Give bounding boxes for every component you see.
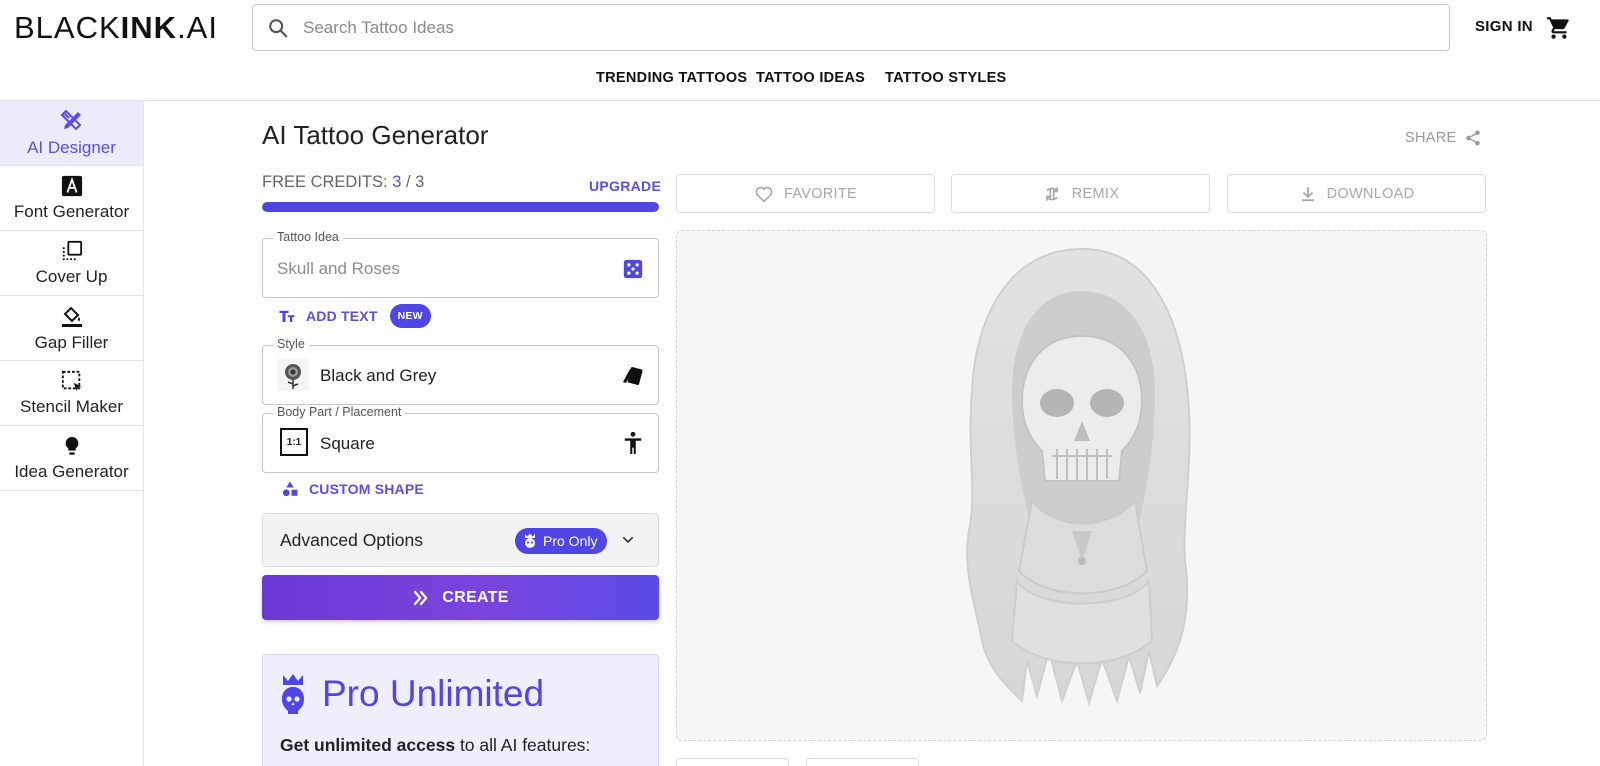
sign-in-link[interactable]: SIGN IN xyxy=(1475,18,1533,35)
pencil-ruler-icon xyxy=(60,109,81,130)
new-badge: NEW xyxy=(389,304,431,328)
thumbnail-tab-1[interactable] xyxy=(676,758,789,766)
cart-icon[interactable] xyxy=(1546,15,1572,41)
create-button[interactable]: CREATE xyxy=(262,575,659,620)
style-cards-icon xyxy=(623,367,643,385)
hooded-skull-tattoo-image xyxy=(966,247,1191,707)
page-title: AI Tattoo Generator xyxy=(262,120,489,150)
tattoo-idea-field[interactable]: Tattoo Idea Skull and Roses xyxy=(262,230,659,298)
credits-used: 3 xyxy=(392,173,402,191)
body-figure-icon xyxy=(624,431,642,454)
free-credits: FREE CREDITS: 3 / 3 xyxy=(262,173,424,192)
custom-shape-button[interactable]: CUSTOM SHAPE xyxy=(281,480,424,498)
credits-progress-bar xyxy=(262,202,659,212)
sidebar-item-label: Stencil Maker xyxy=(20,396,123,416)
pro-unlimited-description: Get unlimited access to all AI features: xyxy=(280,735,590,756)
style-value: Black and Grey xyxy=(320,366,437,385)
style-select[interactable]: Style Black and Grey xyxy=(262,337,659,405)
logo[interactable]: BLACKINK.AI xyxy=(14,10,218,46)
credits-separator: / xyxy=(401,173,416,191)
cover-up-icon xyxy=(62,240,82,260)
sidebar-item-label: Gap Filler xyxy=(34,332,109,352)
sidebar: AI Designer Font Generator Cover Up Gap … xyxy=(0,101,144,766)
text-format-icon xyxy=(279,310,295,322)
sidebar-item-label: Cover Up xyxy=(35,266,108,286)
pro-unlimited-title: Pro Unlimited xyxy=(322,673,545,714)
upgrade-link[interactable]: UPGRADE xyxy=(589,178,661,194)
remix-button[interactable]: REMIX xyxy=(951,174,1210,213)
shapes-icon xyxy=(282,481,298,497)
search-bar[interactable] xyxy=(252,4,1450,51)
credits-progress-fill xyxy=(262,202,659,212)
search-icon xyxy=(269,18,288,37)
custom-shape-label: CUSTOM SHAPE xyxy=(309,481,424,497)
add-text-label: ADD TEXT xyxy=(306,308,378,324)
share-icon xyxy=(1466,130,1481,146)
placement-select[interactable]: Body Part / Placement 1:1 Square xyxy=(262,405,659,473)
favorite-label: FAVORITE xyxy=(783,185,858,202)
credits-label: FREE CREDITS: xyxy=(262,173,393,191)
placement-legend: Body Part / Placement xyxy=(273,405,406,419)
crown-skull-logo-icon xyxy=(282,674,304,714)
pro-desc-rest: to all AI features: xyxy=(455,735,591,755)
add-text-button[interactable]: ADD TEXT NEW xyxy=(278,304,431,328)
font-a-icon xyxy=(61,175,82,196)
share-button[interactable]: SHARE xyxy=(1405,129,1482,147)
stencil-select-icon xyxy=(61,370,81,391)
sidebar-item-idea-generator[interactable]: Idea Generator xyxy=(0,426,143,491)
download-button[interactable]: DOWNLOAD xyxy=(1227,174,1486,213)
nav-tattoo-ideas[interactable]: TATTOO IDEAS xyxy=(756,70,865,86)
tattoo-idea-input[interactable]: Skull and Roses xyxy=(277,259,400,279)
sidebar-item-label: AI Designer xyxy=(27,137,116,157)
credits-total: 3 xyxy=(415,173,425,191)
pro-only-label: Pro Only xyxy=(543,533,598,549)
dice-icon[interactable] xyxy=(622,258,644,280)
pro-unlimited-card: Pro Unlimited Get unlimited access to al… xyxy=(262,654,659,766)
tattoo-idea-legend: Tattoo Idea xyxy=(273,230,343,244)
sidebar-item-cover-up[interactable]: Cover Up xyxy=(0,231,143,296)
header: BLACKINK.AI SIGN IN TRENDING TATTOOS TAT… xyxy=(0,0,1600,101)
sidebar-item-stencil-maker[interactable]: Stencil Maker xyxy=(0,361,143,426)
logo-part-ai: .AI xyxy=(177,10,218,45)
create-label: CREATE xyxy=(442,588,509,606)
favorite-button[interactable]: FAVORITE xyxy=(676,174,935,213)
paint-bucket-icon xyxy=(61,306,82,327)
remix-label: REMIX xyxy=(1071,185,1120,202)
nav-tattoo-styles[interactable]: TATTOO STYLES xyxy=(885,70,1007,86)
sidebar-item-ai-designer[interactable]: AI Designer xyxy=(0,101,143,166)
double-chevron-right-icon xyxy=(414,590,428,605)
thumbnail-tab-2[interactable] xyxy=(806,758,919,766)
search-input[interactable] xyxy=(303,17,1403,38)
share-label: SHARE xyxy=(1405,130,1457,146)
sidebar-item-label: Font Generator xyxy=(13,201,130,221)
download-label: DOWNLOAD xyxy=(1326,185,1415,202)
aspect-ratio-icon: 1:1 xyxy=(280,428,308,456)
logo-part-black: BLACK xyxy=(14,10,121,45)
chevron-down-icon xyxy=(622,536,634,544)
crown-skull-icon xyxy=(525,533,535,548)
tattoo-preview-area xyxy=(676,230,1487,741)
advanced-options-label: Advanced Options xyxy=(280,530,424,550)
advanced-options-accordion[interactable]: Advanced Options Pro Only xyxy=(262,513,659,567)
logo-part-ink: INK xyxy=(120,10,178,45)
pro-desc-bold: Get unlimited access xyxy=(280,735,456,755)
lightbulb-icon xyxy=(65,436,78,455)
heart-icon xyxy=(755,186,773,203)
pro-only-badge: Pro Only xyxy=(515,528,608,554)
remix-icon xyxy=(1045,186,1058,201)
style-legend: Style xyxy=(273,337,309,351)
sidebar-item-gap-filler[interactable]: Gap Filler xyxy=(0,296,143,361)
rose-thumbnail-icon xyxy=(277,359,309,391)
download-icon xyxy=(1301,186,1314,201)
placement-value: Square xyxy=(320,434,375,453)
sidebar-item-font-generator[interactable]: Font Generator xyxy=(0,166,143,231)
sidebar-item-label: Idea Generator xyxy=(14,461,129,481)
nav-trending-tattoos[interactable]: TRENDING TATTOOS xyxy=(596,70,747,86)
